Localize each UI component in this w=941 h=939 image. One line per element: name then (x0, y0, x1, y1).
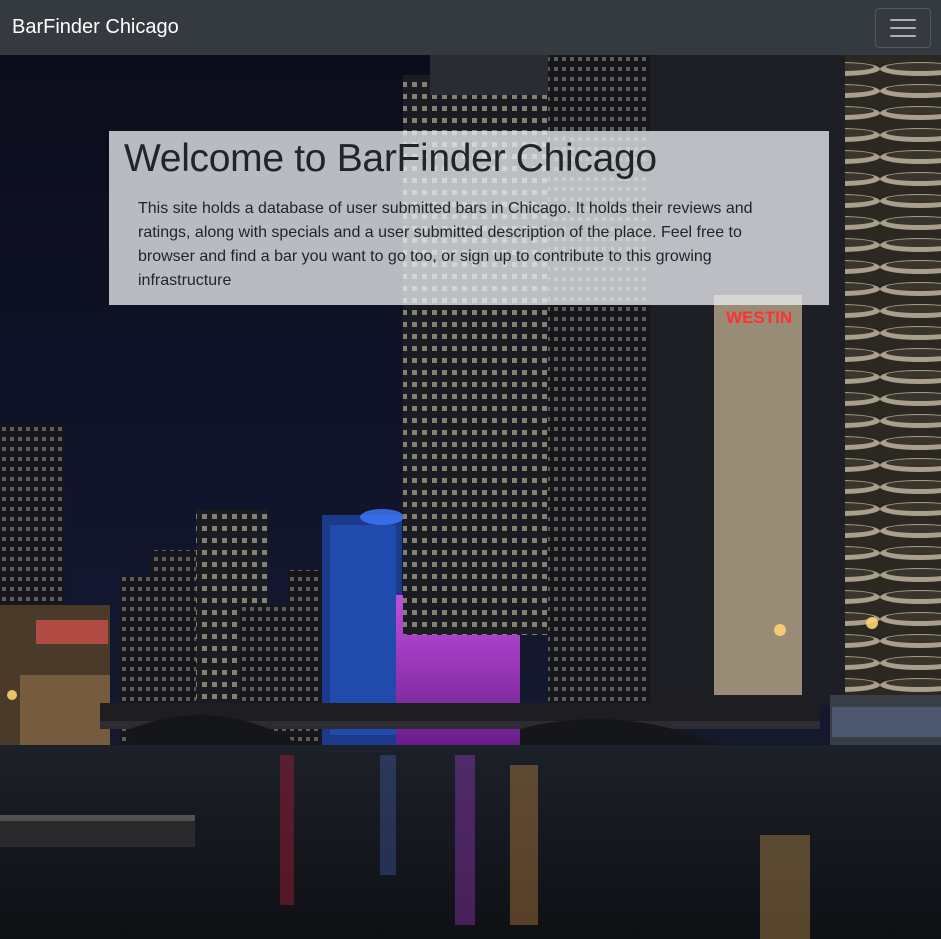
welcome-jumbotron: Welcome to BarFinder Chicago This site h… (109, 131, 829, 305)
site-description: This site holds a database of user submi… (138, 200, 753, 289)
hamburger-menu-icon-line (890, 26, 916, 29)
westin-sign: WESTIN (726, 308, 792, 327)
navbar-brand[interactable]: BarFinder Chicago (12, 16, 179, 39)
hamburger-menu-icon (890, 18, 916, 21)
hamburger-menu-icon-line (890, 34, 916, 37)
page-title: Welcome to BarFinder Chicago (124, 137, 657, 180)
top-navbar: BarFinder Chicago (0, 0, 941, 55)
navbar-toggler-button[interactable] (875, 7, 931, 48)
